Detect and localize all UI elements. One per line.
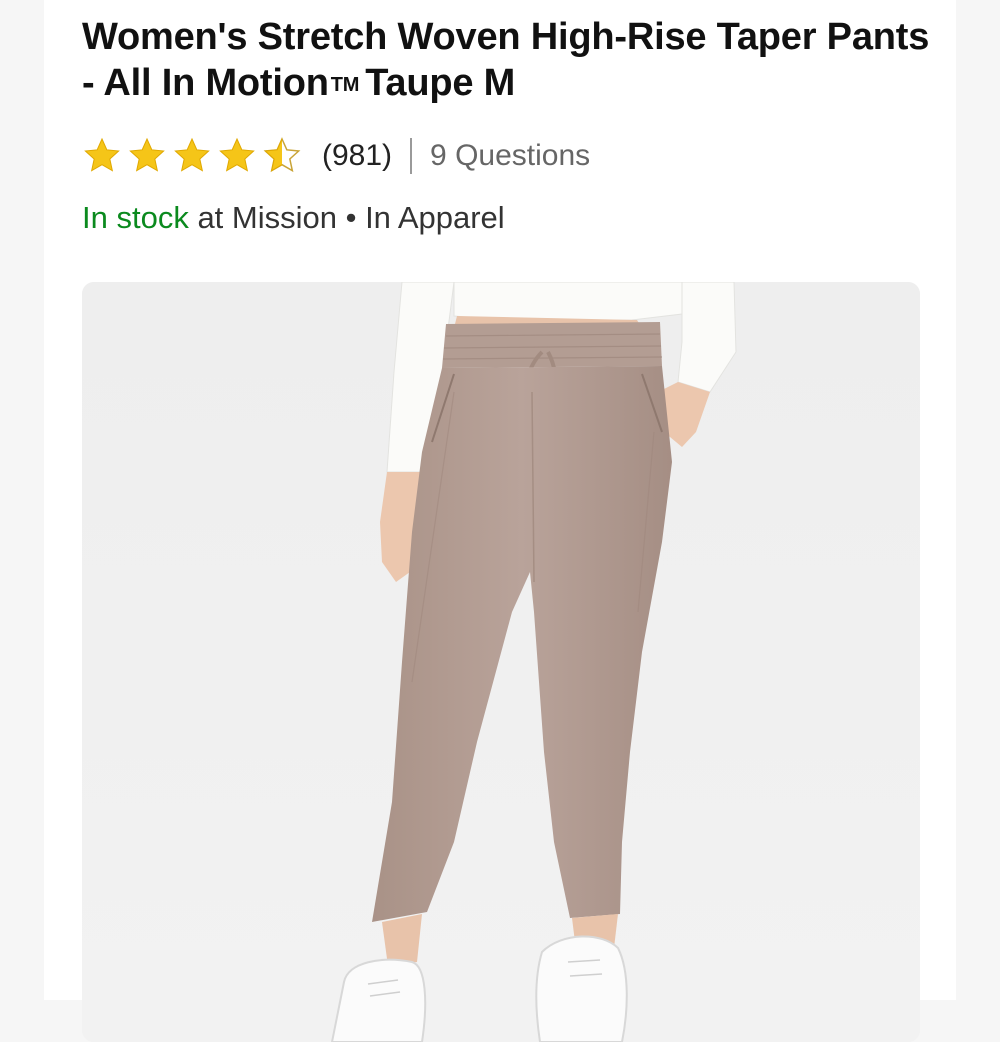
product-title: Women's Stretch Woven High-Rise Taper Pa… <box>82 14 942 108</box>
product-title-variant: Taupe M <box>365 62 516 104</box>
star-icon <box>129 137 165 172</box>
star-icon <box>84 137 120 172</box>
availability-text: In stock at Mission • In Apparel <box>82 200 505 236</box>
star-icon <box>219 137 255 172</box>
store-location[interactable]: at Mission • In Apparel <box>189 200 504 235</box>
questions-link[interactable]: 9 Questions <box>430 139 590 173</box>
product-image-card[interactable] <box>82 282 920 1042</box>
half-star-icon <box>263 137 301 173</box>
product-page: Women's Stretch Woven High-Rise Taper Pa… <box>44 0 956 1042</box>
trademark-symbol: TM <box>330 74 360 96</box>
star-rating[interactable] <box>82 136 302 176</box>
product-photo <box>82 282 920 1042</box>
in-stock-status: In stock <box>82 200 189 235</box>
star-icon <box>174 137 210 172</box>
divider <box>410 138 413 174</box>
rating-row: (981) 9 Questions <box>82 134 590 178</box>
review-count-link[interactable]: (981) <box>322 139 392 173</box>
